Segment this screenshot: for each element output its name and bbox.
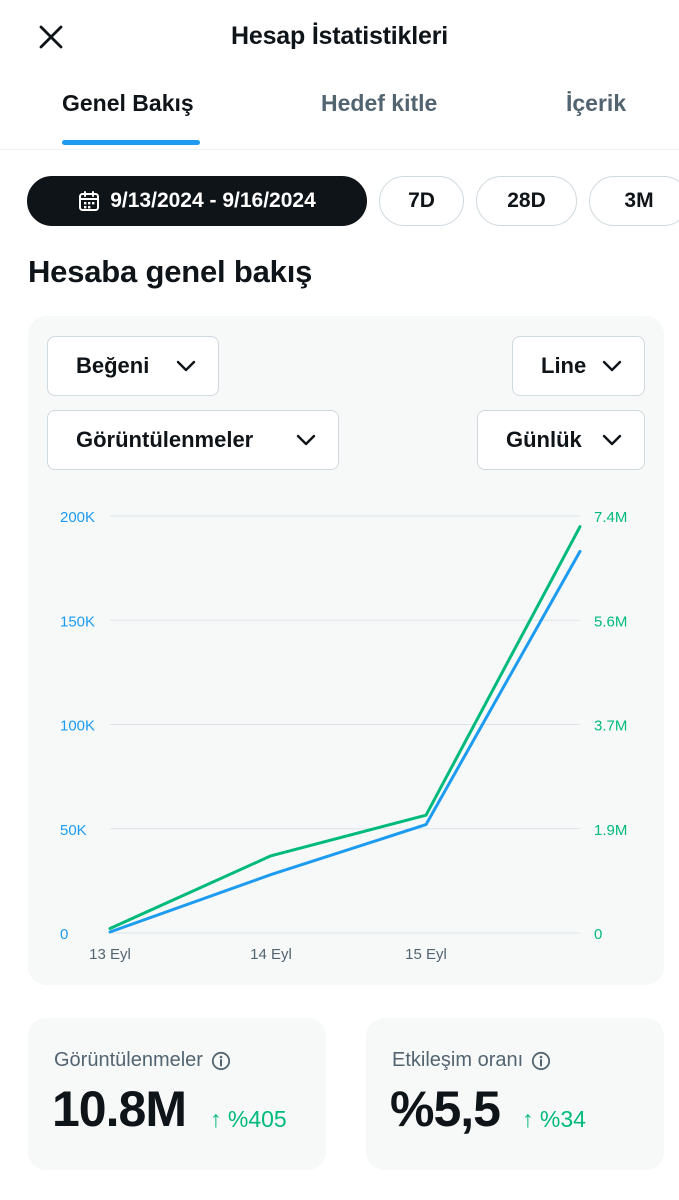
metric-primary-label: Beğeni	[76, 353, 150, 378]
stat-label-text: Görüntülenmeler	[54, 1049, 203, 1071]
calendar-icon	[78, 190, 100, 212]
date-range-label: 9/13/2024 - 9/16/2024	[110, 189, 316, 212]
stat-value-views: 10.8M	[52, 1081, 187, 1137]
range-7d-button[interactable]: 7D	[379, 176, 464, 226]
metric-secondary-dropdown[interactable]: Görüntülenmeler	[47, 410, 339, 470]
range-28d-button[interactable]: 28D	[476, 176, 577, 226]
stat-label-text: Etkileşim oranı	[392, 1049, 524, 1071]
chart-type-label: Line	[541, 353, 587, 378]
stat-delta-engagement: ↑ %34	[522, 1106, 586, 1132]
date-range-button[interactable]: 9/13/2024 - 9/16/2024	[27, 176, 367, 226]
stat-label-views: Görüntülenmeler	[54, 1049, 231, 1072]
stat-delta-views: ↑ %405	[210, 1106, 287, 1132]
chart-type-dropdown[interactable]: Line	[512, 336, 645, 396]
chevron-down-icon	[176, 360, 196, 372]
interval-dropdown[interactable]: Günlük	[477, 410, 645, 470]
active-tab-indicator	[62, 140, 200, 145]
metric-secondary-label: Görüntülenmeler	[76, 427, 254, 452]
tab-content[interactable]: İçerik	[566, 90, 626, 117]
section-title: Hesaba genel bakış	[28, 254, 313, 289]
chevron-down-icon	[602, 434, 622, 446]
page-title: Hesap İstatistikleri	[231, 22, 448, 50]
info-icon[interactable]	[211, 1051, 231, 1071]
range-3m-button[interactable]: 3M	[589, 176, 679, 226]
stat-value-engagement: %5,5	[390, 1081, 501, 1137]
stat-label-engagement: Etkileşim oranı	[392, 1049, 551, 1072]
info-icon[interactable]	[531, 1051, 551, 1071]
chevron-down-icon	[296, 434, 316, 446]
tab-audience[interactable]: Hedef kitle	[321, 90, 437, 117]
chevron-down-icon	[602, 360, 622, 372]
stat-card-views[interactable]: Görüntülenmeler 10.8M ↑ %405	[28, 1018, 326, 1170]
stat-card-engagement[interactable]: Etkileşim oranı %5,5 ↑ %34	[366, 1018, 664, 1170]
tab-bar: Genel Bakış Hedef kitle İçerik	[0, 72, 679, 150]
tab-overview[interactable]: Genel Bakış	[62, 90, 194, 117]
top-bar: Hesap İstatistikleri	[0, 0, 679, 72]
metric-primary-dropdown[interactable]: Beğeni	[47, 336, 219, 396]
interval-label: Günlük	[506, 427, 582, 452]
